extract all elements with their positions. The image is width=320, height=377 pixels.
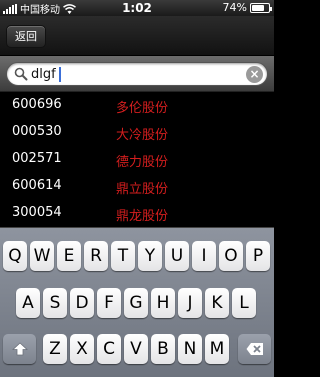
- list-item[interactable]: 600696 多伦股份: [0, 92, 274, 119]
- battery-icon: [250, 2, 272, 13]
- list-item[interactable]: 002571 德力股份: [0, 146, 274, 173]
- search-bar: ×: [0, 56, 274, 92]
- list-item[interactable]: 000530 大冷股份: [0, 119, 274, 146]
- stock-code: 600614: [12, 178, 62, 193]
- key-b[interactable]: B: [151, 334, 175, 364]
- key-k[interactable]: K: [205, 288, 229, 318]
- delete-icon: [246, 343, 263, 355]
- search-field[interactable]: ×: [6, 62, 268, 86]
- key-h[interactable]: H: [151, 288, 175, 318]
- keyboard: Q W E R T Y U I O P A S D F G H J K L Z …: [0, 227, 274, 377]
- key-z[interactable]: Z: [43, 334, 67, 364]
- stock-name: 鼎立股份: [116, 182, 169, 197]
- key-x[interactable]: X: [70, 334, 94, 364]
- delete-key[interactable]: [238, 334, 271, 364]
- stock-name: 多伦股份: [116, 101, 169, 116]
- key-f[interactable]: F: [97, 288, 121, 318]
- key-u[interactable]: U: [165, 241, 189, 271]
- list-item[interactable]: 300054 鼎龙股份: [0, 200, 274, 227]
- key-s[interactable]: S: [43, 288, 67, 318]
- key-p[interactable]: P: [246, 241, 270, 271]
- key-l[interactable]: L: [232, 288, 256, 318]
- key-g[interactable]: G: [124, 288, 148, 318]
- list-item[interactable]: 600614 鼎立股份: [0, 173, 274, 200]
- battery-percent: 74%: [222, 1, 247, 14]
- stock-code: 000530: [12, 124, 62, 139]
- back-button[interactable]: 返回: [6, 25, 46, 48]
- status-right: 74%: [222, 1, 272, 14]
- results-list: 600696 多伦股份 000530 大冷股份 002571 德力股份 6006…: [0, 92, 274, 227]
- shift-icon: [11, 342, 28, 356]
- stock-code: 002571: [12, 151, 62, 166]
- key-m[interactable]: M: [205, 334, 229, 364]
- key-w[interactable]: W: [30, 241, 54, 271]
- key-n[interactable]: N: [178, 334, 202, 364]
- stock-name: 鼎龙股份: [116, 209, 169, 224]
- status-bar: 中国移动 1:02 74%: [0, 0, 274, 16]
- key-q[interactable]: Q: [3, 241, 27, 271]
- battery-fill: [252, 4, 264, 11]
- nav-bar: 返回: [0, 16, 274, 56]
- key-r[interactable]: R: [84, 241, 108, 271]
- key-a[interactable]: A: [16, 288, 40, 318]
- key-e[interactable]: E: [57, 241, 81, 271]
- shift-key[interactable]: [3, 334, 36, 364]
- key-i[interactable]: I: [192, 241, 216, 271]
- stock-code: 300054: [12, 205, 62, 220]
- stock-name: 德力股份: [116, 155, 169, 170]
- search-icon: [14, 67, 28, 81]
- key-t[interactable]: T: [111, 241, 135, 271]
- key-c[interactable]: C: [97, 334, 121, 364]
- key-y[interactable]: Y: [138, 241, 162, 271]
- key-d[interactable]: D: [70, 288, 94, 318]
- key-o[interactable]: O: [219, 241, 243, 271]
- search-input[interactable]: [31, 65, 231, 83]
- key-v[interactable]: V: [124, 334, 148, 364]
- key-j[interactable]: J: [178, 288, 202, 318]
- text-caret: [59, 67, 61, 82]
- stock-name: 大冷股份: [116, 128, 169, 143]
- clear-icon[interactable]: ×: [246, 66, 263, 83]
- stock-code: 600696: [12, 97, 62, 112]
